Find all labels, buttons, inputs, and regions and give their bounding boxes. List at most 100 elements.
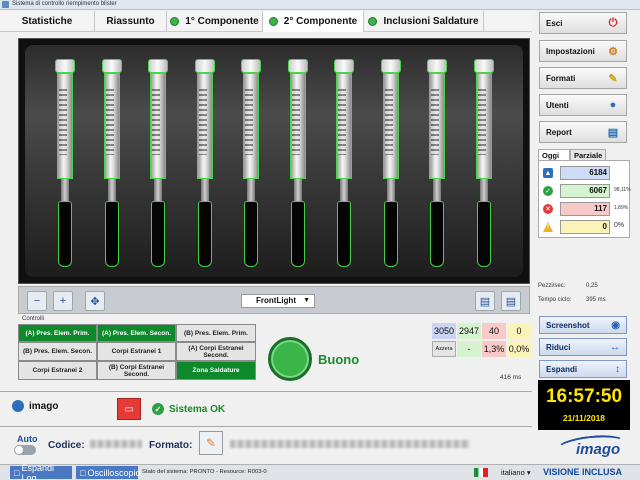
auto-toggle[interactable] [14, 445, 36, 455]
zoom-in-icon[interactable]: + [53, 291, 73, 311]
user-name: imago [29, 400, 59, 412]
control-cell: (A) Pres. Elem. Prim. [18, 324, 97, 342]
tab-statistiche[interactable]: Statistiche [0, 11, 95, 32]
report-button[interactable]: Report ▤ [539, 121, 627, 143]
control-cell: (B) Pres. Elem. Secon. [18, 342, 97, 361]
window-title: Sistema di controllo riempimento blister [12, 1, 117, 7]
thumbs-up-icon: ▲ [543, 168, 553, 178]
pencil-icon: ✎ [205, 436, 217, 450]
test-tube [53, 59, 77, 271]
divider [0, 426, 532, 427]
imago-logo: imago [555, 432, 628, 460]
tab-riassunto[interactable]: Riassunto [95, 11, 167, 32]
counters: 3050 2947 40 0 Azzera - 1,3% 0,0% [432, 323, 531, 357]
save-all-icon[interactable]: ▤ [501, 291, 521, 311]
formats-icon: ✎ [608, 72, 618, 85]
settings-button[interactable]: Impostazioni ⚙ [539, 40, 627, 62]
system-status: ✓ Sistema OK [152, 403, 225, 415]
result-led-icon [268, 337, 312, 381]
users-icon: ● [609, 99, 617, 111]
pct-warning: 0,0% [507, 341, 531, 357]
system-state-text: Stato del sistema: PRONTO - Resource: R0… [142, 469, 267, 475]
stat-total: ▲ 6184 [543, 165, 629, 181]
report-icon: ▤ [607, 126, 619, 139]
language-select[interactable]: italiano ▾ [501, 468, 531, 477]
user-info: imago [12, 400, 58, 412]
save-image-icon[interactable]: ▤ [475, 291, 495, 311]
stat-reject: ✕ 117 1,89% [543, 201, 629, 217]
log-icon: □ [14, 467, 20, 478]
pct-reject: 1,3% [482, 341, 506, 357]
pieces-per-sec: Pezzi/sec: 0,25 [538, 283, 598, 289]
control-cell: (A) Pres. Elem. Secon. [97, 324, 176, 342]
test-tube [193, 59, 217, 271]
warning-icon: ! [543, 222, 553, 232]
users-button[interactable]: Utenti ● [539, 94, 627, 116]
expand-button[interactable]: Espandi ↕ [539, 360, 627, 378]
formats-button[interactable]: Formati ✎ [539, 67, 627, 89]
pct-good: - [457, 341, 481, 357]
edition-label: VISIONE INCLUSA [543, 467, 623, 477]
italy-flag-icon [474, 468, 488, 477]
app-window: { "window": { "title": "Sistema di contr… [0, 0, 640, 480]
count-reject: 40 [482, 323, 506, 339]
divider [0, 391, 532, 392]
zoom-out-icon[interactable]: − [27, 291, 47, 311]
test-tube [100, 59, 124, 271]
tab-componente-2[interactable]: 2° Componente [263, 11, 364, 32]
expand-log-button[interactable]: □ Espandi Log [10, 463, 72, 480]
light-select[interactable]: FrontLight ▼ [241, 294, 315, 308]
collapse-icon: ↔ [610, 341, 620, 353]
camera-icon: ◉ [611, 319, 620, 331]
viewer-toolbar: − + ✥ FrontLight ▼ ▤ ▤ [18, 286, 530, 314]
clock-time: 16:57:50 [545, 386, 623, 407]
expand-icon: ↕ [615, 363, 620, 375]
cycle-time: 416 ms [500, 374, 522, 381]
status-bar: □ Espandi Log □ Oscilloscopio Stato del si… [0, 463, 640, 480]
camera-image[interactable] [18, 38, 530, 284]
test-tube [425, 59, 449, 271]
logout-icon: ▭ [124, 403, 134, 415]
system-status-text: Sistema OK [169, 403, 226, 415]
control-cell: Zona Saldature [176, 361, 256, 380]
power-icon: ⏻ [608, 16, 618, 29]
chevron-down-icon: ▼ [303, 297, 310, 304]
test-tube [146, 59, 170, 271]
fit-icon[interactable]: ✥ [85, 291, 105, 311]
status-dot-icon [268, 17, 278, 26]
format-label: Formato: [149, 440, 193, 451]
tab-inclusioni-saldature[interactable]: Inclusioni Saldature [364, 11, 484, 32]
control-cell: Corpi Estranei 2 [18, 361, 97, 380]
oscilloscope-button[interactable]: □ Oscilloscopio [76, 466, 140, 479]
exit-button[interactable]: Esci ⏻ [539, 12, 627, 34]
reset-button[interactable]: Azzera [432, 341, 456, 357]
count-total: 3050 [432, 323, 456, 339]
tab-bar: Statistiche Riassunto 1° Componente 2° C… [0, 11, 532, 32]
edit-format-button[interactable]: ✎ [199, 431, 223, 455]
screenshot-button[interactable]: Screenshot ◉ [539, 316, 627, 334]
stat-good: ✓ 6067 98,11% [543, 183, 631, 199]
check-icon: ✓ [152, 403, 164, 415]
auto-label: Auto [17, 434, 38, 444]
user-icon [12, 400, 24, 412]
settings-icon: ⚙ [608, 45, 618, 58]
error-icon: ✕ [543, 204, 553, 214]
controls-title: Controlli [22, 316, 45, 322]
check-icon: ✓ [543, 186, 553, 196]
test-tube [239, 59, 263, 271]
test-tube [332, 59, 356, 271]
reduce-button[interactable]: Riduci ↔ [539, 338, 627, 356]
count-good: 2947 [457, 323, 481, 339]
tab-componente-1[interactable]: 1° Componente [167, 11, 263, 32]
clock-panel: 16:57:50 21/11/2018 [538, 380, 630, 430]
test-tube [379, 59, 403, 271]
control-cell: Corpi Estranei 1 [97, 342, 176, 361]
result-text: Buono [318, 352, 360, 367]
control-cell: (B) Corpi Estranei Second. [97, 361, 176, 380]
control-cell: (B) Pres. Elem. Prim. [176, 324, 256, 342]
status-dot-icon [170, 17, 180, 26]
cycle-time-stat: Tempo ciclo: 395 ms [538, 297, 606, 303]
test-tube [472, 59, 496, 271]
logout-button[interactable]: ▭ [117, 398, 141, 420]
stats-panel: ▲ 6184 ✓ 6067 98,11% ✕ 117 1,89% ! 0 0% [538, 160, 631, 238]
